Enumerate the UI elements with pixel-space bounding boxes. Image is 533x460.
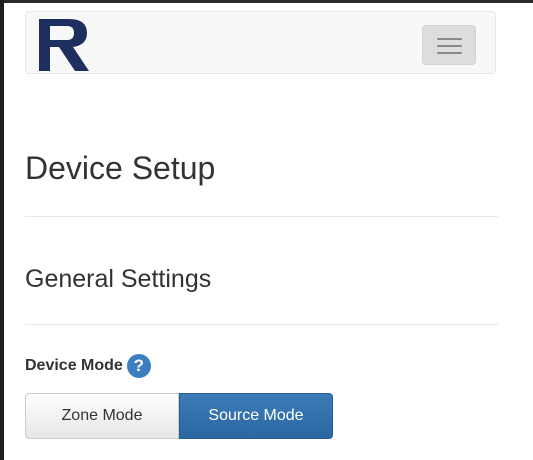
page-frame: Device Setup General Settings Device Mod… bbox=[0, 0, 533, 460]
russound-r-logo-icon bbox=[39, 19, 89, 71]
top-navbar bbox=[25, 11, 496, 74]
hamburger-bar-icon bbox=[437, 45, 462, 47]
device-mode-label-row: Device Mode ? bbox=[25, 352, 151, 380]
menu-toggle-button[interactable] bbox=[422, 25, 476, 65]
window-edge-top bbox=[0, 0, 533, 3]
zone-mode-button[interactable]: Zone Mode bbox=[25, 393, 179, 439]
section-title-general-settings: General Settings bbox=[25, 265, 212, 293]
question-circle-icon[interactable]: ? bbox=[126, 354, 151, 378]
title-divider bbox=[25, 216, 498, 217]
page-title: Device Setup bbox=[25, 150, 216, 186]
device-mode-label: Device Mode bbox=[25, 357, 123, 374]
device-mode-button-group: Zone Mode Source Mode bbox=[25, 393, 333, 439]
window-edge-left bbox=[0, 0, 4, 460]
brand-logo-icon[interactable] bbox=[39, 19, 89, 71]
source-mode-button[interactable]: Source Mode bbox=[179, 393, 333, 439]
section-divider bbox=[25, 324, 498, 325]
hamburger-bar-icon bbox=[437, 52, 462, 54]
hamburger-bar-icon bbox=[437, 38, 462, 40]
